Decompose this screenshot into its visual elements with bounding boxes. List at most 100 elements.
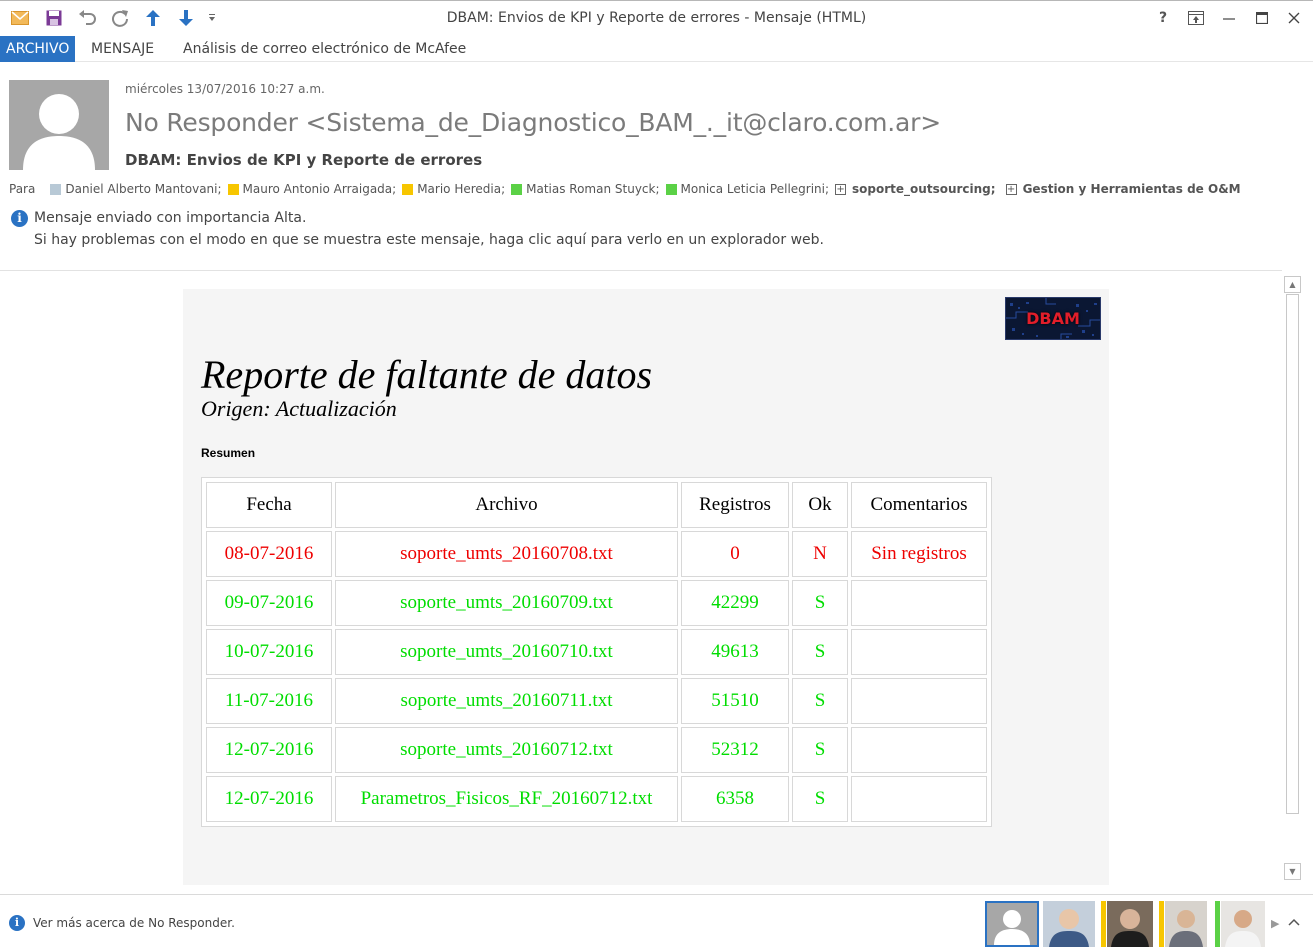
recipient-name: Matias Roman Stuyck; <box>526 182 660 196</box>
column-header-registros: Registros <box>681 482 789 528</box>
scrollbar-thumb[interactable] <box>1286 294 1299 814</box>
presence-indicator <box>1159 901 1164 947</box>
expand-group-icon[interactable]: + <box>835 183 847 195</box>
dbam-logo: DBAM <box>1005 297 1101 340</box>
people-pane-link[interactable]: Ver más acerca de No Responder. <box>33 916 235 930</box>
report-title: Reporte de faltante de datos <box>201 352 653 397</box>
recipient[interactable]: Matias Roman Stuyck; <box>511 182 660 196</box>
info-icon: i <box>9 915 25 931</box>
status-bar: i Ver más acerca de No Responder. ▶ <box>0 894 1313 952</box>
recipient[interactable]: Mario Heredia; <box>402 182 505 196</box>
person-photo-icon <box>1221 901 1265 947</box>
cell-ok: S <box>792 629 848 675</box>
info-icon: i <box>11 210 28 227</box>
vertical-scrollbar[interactable]: ▲ ▼ <box>1282 274 1304 883</box>
cell-registros: 0 <box>681 531 789 577</box>
tab-mcafee-analysis[interactable]: Análisis de correo electrónico de McAfee <box>177 36 472 62</box>
sender-name[interactable]: No Responder <Sistema_de_Diagnostico_BAM… <box>125 108 941 137</box>
people-avatar[interactable] <box>1221 901 1265 947</box>
recipient-group[interactable]: + soporte_outsourcing; <box>835 182 996 196</box>
person-photo-icon <box>1107 901 1153 947</box>
cell-registros: 52312 <box>681 727 789 773</box>
recipient[interactable]: Mauro Antonio Arraigada; <box>227 182 397 196</box>
ribbon-tabs: ARCHIVO MENSAJE Análisis de correo elect… <box>0 34 1313 62</box>
scroll-up-button[interactable]: ▲ <box>1284 276 1301 293</box>
cell-archivo: soporte_umts_20160711.txt <box>335 678 678 724</box>
column-header-comentarios: Comentarios <box>851 482 987 528</box>
table-header-row: Fecha Archivo Registros Ok Comentarios <box>206 482 987 528</box>
cell-fecha: 08-07-2016 <box>206 531 332 577</box>
expand-group-icon[interactable]: + <box>1005 183 1017 195</box>
to-label: Para <box>9 182 36 196</box>
dbam-logo-text: DBAM <box>1026 309 1080 328</box>
sender-avatar[interactable] <box>9 80 109 170</box>
ribbon-display-options-button[interactable] <box>1181 7 1211 29</box>
cell-archivo: soporte_umts_20160708.txt <box>335 531 678 577</box>
cell-ok: S <box>792 776 848 822</box>
cell-fecha: 11-07-2016 <box>206 678 332 724</box>
recipient-name: Mario Heredia; <box>417 182 506 196</box>
presence-indicator <box>665 183 677 195</box>
person-photo-icon <box>1043 901 1095 947</box>
people-scroll-right-icon[interactable]: ▶ <box>1271 917 1279 930</box>
column-header-ok: Ok <box>792 482 848 528</box>
cell-comentarios <box>851 580 987 626</box>
presence-indicator <box>227 183 239 195</box>
tab-mensaje[interactable]: MENSAJE <box>85 36 160 62</box>
scroll-down-button[interactable]: ▼ <box>1284 863 1301 880</box>
help-button[interactable]: ? <box>1148 7 1178 29</box>
cell-fecha: 09-07-2016 <box>206 580 332 626</box>
people-avatar-sender[interactable] <box>985 901 1039 947</box>
cell-comentarios <box>851 727 987 773</box>
view-in-browser-link[interactable]: Si hay problemas con el modo en que se m… <box>34 232 824 248</box>
cell-ok: S <box>792 727 848 773</box>
summary-label: Resumen <box>201 446 256 460</box>
column-header-fecha: Fecha <box>206 482 332 528</box>
recipients-row: Para Daniel Alberto Mantovani; Mauro Ant… <box>9 182 1251 196</box>
table-row: 11-07-2016 soporte_umts_20160711.txt 515… <box>206 678 987 724</box>
cell-fecha: 12-07-2016 <box>206 776 332 822</box>
column-header-archivo: Archivo <box>335 482 678 528</box>
person-silhouette-icon <box>9 80 109 170</box>
people-avatar[interactable] <box>1107 901 1153 947</box>
cell-comentarios <box>851 678 987 724</box>
cell-fecha: 12-07-2016 <box>206 727 332 773</box>
cell-registros: 49613 <box>681 629 789 675</box>
expand-people-pane-icon[interactable] <box>1288 917 1300 930</box>
maximize-button[interactable] <box>1247 7 1277 29</box>
cell-ok: S <box>792 580 848 626</box>
presence-indicator <box>511 183 523 195</box>
people-avatar[interactable] <box>1043 901 1095 947</box>
recipient[interactable]: Monica Leticia Pellegrini; <box>665 182 829 196</box>
presence-indicator <box>402 183 414 195</box>
cell-registros: 51510 <box>681 678 789 724</box>
cell-registros: 42299 <box>681 580 789 626</box>
person-silhouette-icon <box>987 903 1037 945</box>
presence-indicator <box>50 183 62 195</box>
presence-indicator <box>1101 901 1106 947</box>
table-row: 12-07-2016 Parametros_Fisicos_RF_2016071… <box>206 776 987 822</box>
cell-comentarios <box>851 629 987 675</box>
group-name: soporte_outsourcing; <box>852 182 996 196</box>
table-row: 10-07-2016 soporte_umts_20160710.txt 496… <box>206 629 987 675</box>
tab-archivo[interactable]: ARCHIVO <box>0 36 76 62</box>
cell-comentarios: Sin registros <box>851 531 987 577</box>
cell-archivo: soporte_umts_20160712.txt <box>335 727 678 773</box>
recipient[interactable]: Daniel Alberto Mantovani; <box>50 182 222 196</box>
minimize-button[interactable] <box>1214 7 1244 29</box>
cell-registros: 6358 <box>681 776 789 822</box>
close-button[interactable] <box>1279 7 1309 29</box>
title-bar: DBAM: Envios de KPI y Reporte de errores… <box>0 0 1313 34</box>
table-row: 08-07-2016 soporte_umts_20160708.txt 0 N… <box>206 531 987 577</box>
table-row: 09-07-2016 soporte_umts_20160709.txt 422… <box>206 580 987 626</box>
recipient-name: Mauro Antonio Arraigada; <box>242 182 397 196</box>
recipient-name: Daniel Alberto Mantovani; <box>65 182 222 196</box>
recipient-group[interactable]: + Gestion y Herramientas de O&M <box>1005 182 1241 196</box>
cell-archivo: soporte_umts_20160710.txt <box>335 629 678 675</box>
group-name: Gestion y Herramientas de O&M <box>1022 182 1241 196</box>
message-subject: DBAM: Envios de KPI y Reporte de errores <box>125 151 483 169</box>
people-avatar[interactable] <box>1165 901 1207 947</box>
report-table: Fecha Archivo Registros Ok Comentarios 0… <box>201 477 992 827</box>
cell-archivo: Parametros_Fisicos_RF_20160712.txt <box>335 776 678 822</box>
presence-indicator <box>1215 901 1220 947</box>
